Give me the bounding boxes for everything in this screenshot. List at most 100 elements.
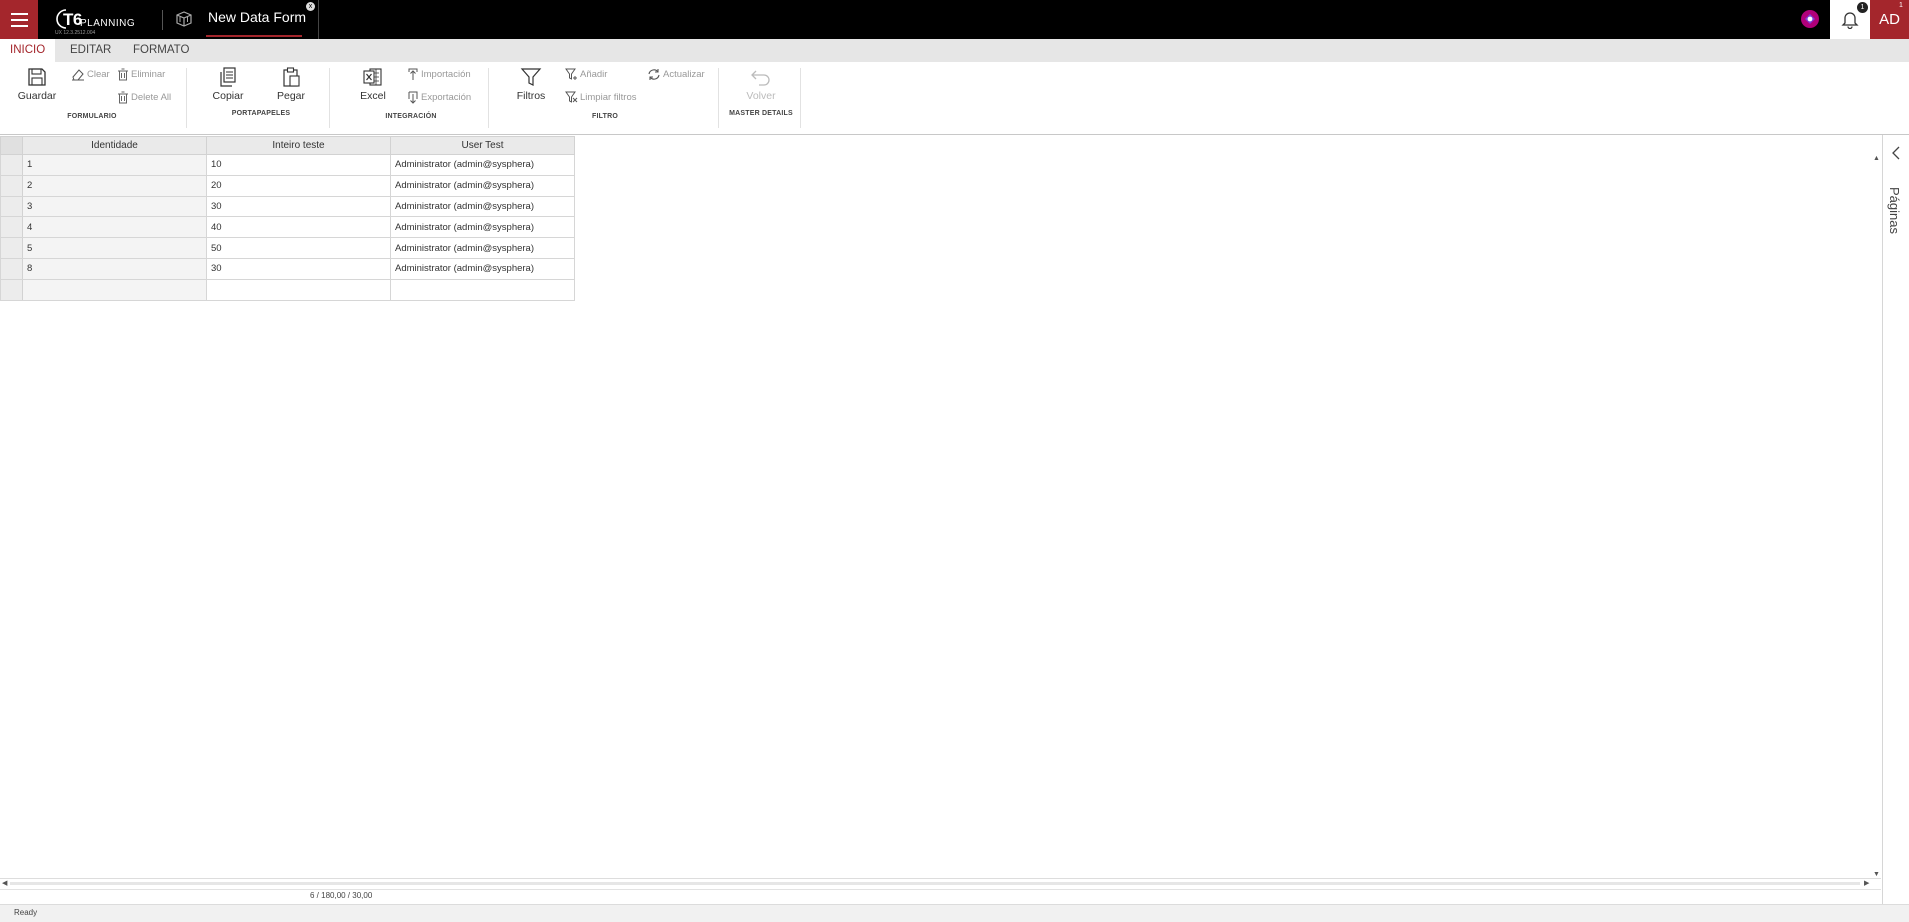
new-row xyxy=(0,278,575,301)
tab-editar[interactable]: EDITAR xyxy=(60,39,121,62)
copiar-button[interactable]: Copiar xyxy=(209,66,247,102)
importacion-label: Importación xyxy=(421,69,471,80)
cell-identidade[interactable]: 3 xyxy=(22,195,207,218)
row-header[interactable] xyxy=(0,237,23,259)
cell-user-test[interactable]: Administrator (admin@sysphera) xyxy=(390,195,575,218)
column-header-inteiro-teste[interactable]: Inteiro teste xyxy=(206,136,391,155)
guardar-button[interactable]: Guardar xyxy=(16,66,58,102)
cell-user-test[interactable]: Administrator (admin@sysphera) xyxy=(390,174,575,197)
select-all-corner[interactable] xyxy=(0,136,23,155)
header-row: Identidade Inteiro teste User Test xyxy=(0,136,575,155)
cell-user-test[interactable]: Administrator (admin@sysphera) xyxy=(390,257,575,280)
row-header[interactable] xyxy=(0,195,23,218)
assistant-icon[interactable] xyxy=(1800,9,1820,29)
horizontal-scrollbar[interactable]: ◀ ▶ xyxy=(0,878,1881,888)
cell-identidade[interactable]: 1 xyxy=(22,154,207,176)
status-bar: Ready xyxy=(0,904,1909,922)
tab-inicio[interactable]: INICIO xyxy=(0,39,56,62)
cell-inteiro-teste[interactable]: 10 xyxy=(206,154,391,176)
table-row: 8 30 Administrator (admin@sysphera) xyxy=(0,257,575,280)
cell-inteiro-teste[interactable] xyxy=(206,278,391,301)
exportacion-button[interactable]: Exportación xyxy=(407,91,471,104)
status-text: Ready xyxy=(14,908,38,917)
scroll-up-icon[interactable]: ▲ xyxy=(1873,155,1880,162)
ribbon-separator xyxy=(329,68,330,128)
cell-identidade[interactable]: 8 xyxy=(22,257,207,280)
eliminar-button[interactable]: Eliminar xyxy=(117,68,165,81)
filtros-button[interactable]: Filtros xyxy=(513,66,549,102)
exportacion-label: Exportación xyxy=(421,92,472,103)
cell-user-test[interactable] xyxy=(390,278,575,301)
bell-icon xyxy=(1841,12,1859,29)
app-logo[interactable]: T6 PLANNING UX 12.3.2512.004 xyxy=(54,6,164,38)
ribbon-separator xyxy=(718,68,719,128)
hamburger-menu-button[interactable] xyxy=(0,0,38,39)
filter-icon xyxy=(520,68,542,86)
clear-button[interactable]: Clear xyxy=(71,68,110,81)
ribbon: Guardar Clear Eliminar Delete All FORMUL… xyxy=(0,62,1909,134)
column-header-identidade[interactable]: Identidade xyxy=(22,136,207,155)
pages-panel-label[interactable]: Páginas xyxy=(1887,187,1902,234)
excel-button[interactable]: Excel xyxy=(354,66,392,102)
paste-icon xyxy=(283,67,300,87)
top-bar: T6 PLANNING UX 12.3.2512.004 New Data Fo… xyxy=(0,0,1909,39)
trash-all-icon xyxy=(118,91,128,104)
cell-inteiro-teste[interactable]: 40 xyxy=(206,216,391,239)
cell-identidade[interactable]: 4 xyxy=(22,216,207,239)
anadir-filtro-button[interactable]: Añadir xyxy=(565,68,607,81)
row-header[interactable] xyxy=(0,278,23,301)
row-header[interactable] xyxy=(0,174,23,197)
topbar-divider xyxy=(162,10,163,30)
cell-inteiro-teste[interactable]: 30 xyxy=(206,257,391,280)
chevron-left-icon[interactable] xyxy=(1891,146,1901,160)
limpiar-filtros-button[interactable]: Limpiar filtros xyxy=(565,91,637,104)
tab-divider xyxy=(318,0,319,39)
volver-button[interactable]: Volver xyxy=(741,66,781,102)
scroll-right-icon[interactable]: ▶ xyxy=(1864,879,1869,887)
group-label-integracion: INTEGRACIÓN xyxy=(385,113,437,120)
actualizar-button[interactable]: Actualizar xyxy=(647,68,705,81)
ribbon-separator xyxy=(488,68,489,128)
row-header[interactable] xyxy=(0,257,23,280)
cell-identidade[interactable]: 5 xyxy=(22,237,207,259)
app-version: UX 12.3.2512.004 xyxy=(55,30,96,36)
pegar-button[interactable]: Pegar xyxy=(272,66,310,102)
close-tab-icon[interactable]: x xyxy=(306,2,315,11)
scroll-left-icon[interactable]: ◀ xyxy=(2,879,7,887)
group-label-filtro: FILTRO xyxy=(592,113,618,120)
column-header-user-test[interactable]: User Test xyxy=(390,136,575,155)
cell-inteiro-teste[interactable]: 20 xyxy=(206,174,391,197)
cell-identidade[interactable]: 2 xyxy=(22,174,207,197)
document-tab-title[interactable]: New Data Form xyxy=(208,9,306,25)
cell-inteiro-teste[interactable]: 30 xyxy=(206,195,391,218)
ribbon-tab-bar: INICIO EDITAR FORMATO xyxy=(0,39,1909,62)
data-grid: Identidade Inteiro teste User Test 1 10 … xyxy=(0,136,575,301)
trash-icon xyxy=(118,68,128,81)
refresh-icon xyxy=(648,69,660,80)
cell-user-test[interactable]: Administrator (admin@sysphera) xyxy=(390,216,575,239)
tab-formato[interactable]: FORMATO xyxy=(123,39,199,62)
avatar-badge: 1 xyxy=(1899,2,1903,9)
pages-side-panel: Páginas xyxy=(1882,135,1909,920)
notifications-button[interactable]: 1 xyxy=(1830,0,1870,39)
table-row: 3 30 Administrator (admin@sysphera) xyxy=(0,195,575,218)
vertical-scrollbar[interactable]: ▲ ▼ xyxy=(1871,155,1881,878)
table-row: 4 40 Administrator (admin@sysphera) xyxy=(0,216,575,239)
row-header[interactable] xyxy=(0,154,23,176)
cell-user-test[interactable]: Administrator (admin@sysphera) xyxy=(390,237,575,259)
scroll-down-icon[interactable]: ▼ xyxy=(1873,871,1880,878)
delete-all-label: Delete All xyxy=(131,92,172,103)
cell-inteiro-teste[interactable]: 50 xyxy=(206,237,391,259)
row-header[interactable] xyxy=(0,216,23,239)
logo-brand-sub: PLANNING xyxy=(80,18,136,29)
scroll-track[interactable] xyxy=(10,882,1860,885)
user-avatar[interactable]: AD 1 xyxy=(1870,0,1909,39)
cell-user-test[interactable]: Administrator (admin@sysphera) xyxy=(390,154,575,176)
anadir-label: Añadir xyxy=(580,69,608,80)
copy-icon xyxy=(220,67,236,87)
cell-identidade[interactable] xyxy=(22,278,207,301)
delete-all-button[interactable]: Delete All xyxy=(117,91,171,104)
clear-label: Clear xyxy=(87,69,110,80)
copiar-label: Copiar xyxy=(212,90,244,102)
importacion-button[interactable]: Importación xyxy=(407,68,471,81)
